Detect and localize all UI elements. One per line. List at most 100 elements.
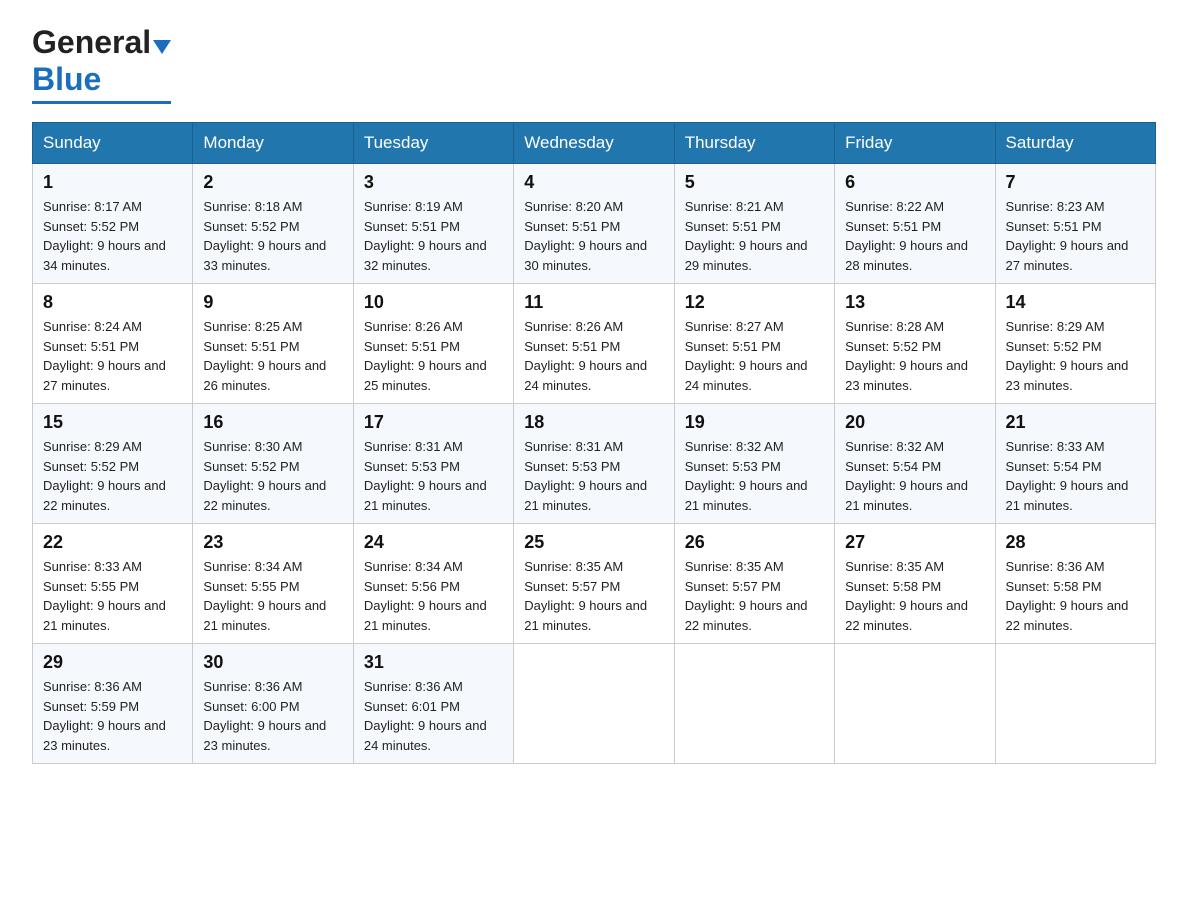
- calendar-cell: 12Sunrise: 8:27 AMSunset: 5:51 PMDayligh…: [674, 284, 834, 404]
- day-info: Sunrise: 8:34 AMSunset: 5:56 PMDaylight:…: [364, 559, 487, 633]
- logo-general: General: [32, 24, 151, 60]
- calendar-cell: 13 Sunrise: 8:28 AMSunset: 5:52 PMDayligh…: [835, 284, 995, 404]
- day-number: 29: [43, 652, 182, 673]
- week-row-5: 29 Sunrise: 8:36 AMSunset: 5:59 PMDayligh…: [33, 644, 1156, 764]
- day-number: 6: [845, 172, 984, 193]
- day-info: Sunrise: 8:17 AMSunset: 5:52 PMDaylight:…: [43, 199, 166, 273]
- day-number: 22: [43, 532, 182, 553]
- day-info: Sunrise: 8:36 AMSunset: 6:00 PMDaylight:…: [203, 679, 326, 753]
- calendar-cell: 16 Sunrise: 8:30 AMSunset: 5:52 PMDayligh…: [193, 404, 353, 524]
- calendar-cell: 29 Sunrise: 8:36 AMSunset: 5:59 PMDayligh…: [33, 644, 193, 764]
- day-info: Sunrise: 8:29 AMSunset: 5:52 PMDaylight:…: [43, 439, 166, 513]
- page-header: General Blue: [32, 24, 1156, 104]
- weekday-header-friday: Friday: [835, 123, 995, 164]
- day-number: 14: [1006, 292, 1145, 313]
- day-number: 26: [685, 532, 824, 553]
- calendar-cell: 28 Sunrise: 8:36 AMSunset: 5:58 PMDayligh…: [995, 524, 1155, 644]
- weekday-header-saturday: Saturday: [995, 123, 1155, 164]
- weekday-header-sunday: Sunday: [33, 123, 193, 164]
- day-info: Sunrise: 8:35 AMSunset: 5:57 PMDaylight:…: [524, 559, 647, 633]
- calendar-cell: 6 Sunrise: 8:22 AMSunset: 5:51 PMDaylight…: [835, 164, 995, 284]
- day-info: Sunrise: 8:25 AMSunset: 5:51 PMDaylight:…: [203, 319, 326, 393]
- calendar-cell: 26Sunrise: 8:35 AMSunset: 5:57 PMDayligh…: [674, 524, 834, 644]
- calendar-cell: 4Sunrise: 8:20 AMSunset: 5:51 PMDaylight…: [514, 164, 674, 284]
- day-info: Sunrise: 8:32 AMSunset: 5:53 PMDaylight:…: [685, 439, 808, 513]
- day-number: 16: [203, 412, 342, 433]
- calendar-cell: 23 Sunrise: 8:34 AMSunset: 5:55 PMDayligh…: [193, 524, 353, 644]
- calendar-cell: 7 Sunrise: 8:23 AMSunset: 5:51 PMDaylight…: [995, 164, 1155, 284]
- day-number: 9: [203, 292, 342, 313]
- day-info: Sunrise: 8:19 AMSunset: 5:51 PMDaylight:…: [364, 199, 487, 273]
- day-number: 20: [845, 412, 984, 433]
- calendar-cell: 10 Sunrise: 8:26 AMSunset: 5:51 PMDayligh…: [353, 284, 513, 404]
- day-number: 8: [43, 292, 182, 313]
- day-info: Sunrise: 8:34 AMSunset: 5:55 PMDaylight:…: [203, 559, 326, 633]
- day-number: 7: [1006, 172, 1145, 193]
- calendar-cell: 17 Sunrise: 8:31 AMSunset: 5:53 PMDayligh…: [353, 404, 513, 524]
- logo-underline: [32, 101, 171, 104]
- day-number: 12: [685, 292, 824, 313]
- calendar-cell: 15Sunrise: 8:29 AMSunset: 5:52 PMDayligh…: [33, 404, 193, 524]
- day-info: Sunrise: 8:36 AMSunset: 6:01 PMDaylight:…: [364, 679, 487, 753]
- calendar-cell: 2Sunrise: 8:18 AMSunset: 5:52 PMDaylight…: [193, 164, 353, 284]
- calendar-cell: 22 Sunrise: 8:33 AMSunset: 5:55 PMDayligh…: [33, 524, 193, 644]
- calendar-cell: 24 Sunrise: 8:34 AMSunset: 5:56 PMDayligh…: [353, 524, 513, 644]
- day-info: Sunrise: 8:24 AMSunset: 5:51 PMDaylight:…: [43, 319, 166, 393]
- calendar-cell: 8 Sunrise: 8:24 AMSunset: 5:51 PMDaylight…: [33, 284, 193, 404]
- day-info: Sunrise: 8:26 AMSunset: 5:51 PMDaylight:…: [524, 319, 647, 393]
- day-number: 27: [845, 532, 984, 553]
- day-info: Sunrise: 8:23 AMSunset: 5:51 PMDaylight:…: [1006, 199, 1129, 273]
- day-info: Sunrise: 8:30 AMSunset: 5:52 PMDaylight:…: [203, 439, 326, 513]
- day-info: Sunrise: 8:35 AMSunset: 5:58 PMDaylight:…: [845, 559, 968, 633]
- calendar-cell: [514, 644, 674, 764]
- calendar-body: 1 Sunrise: 8:17 AMSunset: 5:52 PMDaylight…: [33, 164, 1156, 764]
- day-number: 28: [1006, 532, 1145, 553]
- day-number: 25: [524, 532, 663, 553]
- day-info: Sunrise: 8:31 AMSunset: 5:53 PMDaylight:…: [364, 439, 487, 513]
- day-number: 24: [364, 532, 503, 553]
- day-info: Sunrise: 8:31 AMSunset: 5:53 PMDaylight:…: [524, 439, 647, 513]
- calendar-cell: 31Sunrise: 8:36 AMSunset: 6:01 PMDayligh…: [353, 644, 513, 764]
- day-number: 1: [43, 172, 182, 193]
- weekday-header-monday: Monday: [193, 123, 353, 164]
- calendar-cell: [995, 644, 1155, 764]
- weekday-header-row: SundayMondayTuesdayWednesdayThursdayFrid…: [33, 123, 1156, 164]
- day-info: Sunrise: 8:36 AMSunset: 5:59 PMDaylight:…: [43, 679, 166, 753]
- day-number: 10: [364, 292, 503, 313]
- day-info: Sunrise: 8:33 AMSunset: 5:55 PMDaylight:…: [43, 559, 166, 633]
- calendar-cell: 5Sunrise: 8:21 AMSunset: 5:51 PMDaylight…: [674, 164, 834, 284]
- day-number: 17: [364, 412, 503, 433]
- calendar-cell: 25 Sunrise: 8:35 AMSunset: 5:57 PMDayligh…: [514, 524, 674, 644]
- calendar-cell: [674, 644, 834, 764]
- weekday-header-tuesday: Tuesday: [353, 123, 513, 164]
- day-info: Sunrise: 8:29 AMSunset: 5:52 PMDaylight:…: [1006, 319, 1129, 393]
- day-info: Sunrise: 8:33 AMSunset: 5:54 PMDaylight:…: [1006, 439, 1129, 513]
- day-number: 5: [685, 172, 824, 193]
- day-number: 13: [845, 292, 984, 313]
- day-number: 19: [685, 412, 824, 433]
- weekday-header-wednesday: Wednesday: [514, 123, 674, 164]
- calendar-cell: 27 Sunrise: 8:35 AMSunset: 5:58 PMDayligh…: [835, 524, 995, 644]
- day-number: 3: [364, 172, 503, 193]
- calendar-cell: 30Sunrise: 8:36 AMSunset: 6:00 PMDayligh…: [193, 644, 353, 764]
- calendar-cell: [835, 644, 995, 764]
- day-info: Sunrise: 8:22 AMSunset: 5:51 PMDaylight:…: [845, 199, 968, 273]
- calendar-cell: 20Sunrise: 8:32 AMSunset: 5:54 PMDayligh…: [835, 404, 995, 524]
- day-number: 18: [524, 412, 663, 433]
- calendar-table: SundayMondayTuesdayWednesdayThursdayFrid…: [32, 122, 1156, 764]
- week-row-3: 15Sunrise: 8:29 AMSunset: 5:52 PMDayligh…: [33, 404, 1156, 524]
- logo-triangle-icon: [153, 40, 171, 54]
- day-number: 21: [1006, 412, 1145, 433]
- day-number: 23: [203, 532, 342, 553]
- calendar-cell: 3 Sunrise: 8:19 AMSunset: 5:51 PMDaylight…: [353, 164, 513, 284]
- day-number: 11: [524, 292, 663, 313]
- calendar-cell: 18 Sunrise: 8:31 AMSunset: 5:53 PMDayligh…: [514, 404, 674, 524]
- day-info: Sunrise: 8:20 AMSunset: 5:51 PMDaylight:…: [524, 199, 647, 273]
- logo-text: General Blue: [32, 24, 171, 98]
- calendar-cell: 11 Sunrise: 8:26 AMSunset: 5:51 PMDayligh…: [514, 284, 674, 404]
- calendar-cell: 1 Sunrise: 8:17 AMSunset: 5:52 PMDaylight…: [33, 164, 193, 284]
- day-info: Sunrise: 8:18 AMSunset: 5:52 PMDaylight:…: [203, 199, 326, 273]
- day-info: Sunrise: 8:28 AMSunset: 5:52 PMDaylight:…: [845, 319, 968, 393]
- day-info: Sunrise: 8:26 AMSunset: 5:51 PMDaylight:…: [364, 319, 487, 393]
- day-info: Sunrise: 8:36 AMSunset: 5:58 PMDaylight:…: [1006, 559, 1129, 633]
